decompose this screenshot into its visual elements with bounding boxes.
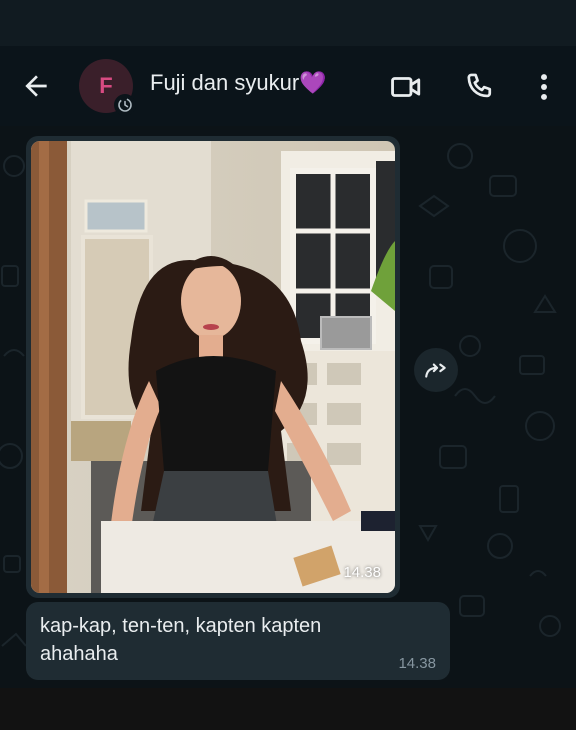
contact-name-text: Fuji dan syukur [150, 70, 300, 95]
contact-name[interactable]: Fuji dan syukur💜 [150, 70, 327, 96]
disappearing-timer-icon [114, 94, 136, 116]
text-message[interactable]: kap-kap, ten-ten, kapten kapten ahahaha … [26, 602, 450, 680]
forward-button[interactable] [414, 348, 458, 392]
purple-heart-emoji: 💜 [299, 70, 327, 95]
avatar-initial: F [99, 73, 113, 98]
photo-illustration [31, 141, 395, 593]
system-navigation-bar [0, 688, 576, 730]
contact-avatar[interactable]: F [79, 59, 136, 116]
more-vertical-icon[interactable] [527, 70, 561, 104]
message-timestamp: 14.38 [398, 655, 436, 672]
shared-photo[interactable]: 14.38 [31, 141, 395, 593]
video-call-icon[interactable] [389, 70, 423, 104]
image-timestamp: 14.38 [343, 564, 381, 581]
back-arrow-icon[interactable] [20, 70, 52, 102]
message-text: kap-kap, ten-ten, kapten kapten ahahaha [40, 615, 322, 665]
image-message[interactable]: 14.38 [26, 136, 400, 598]
voice-call-icon[interactable] [462, 70, 496, 104]
status-bar [0, 0, 576, 46]
chat-header: F Fuji dan syukur💜 [0, 46, 576, 126]
forward-icon [425, 363, 446, 378]
chat-area[interactable]: 14.38 kap-kap, ten-ten, kapten kapten ah… [0, 126, 576, 688]
